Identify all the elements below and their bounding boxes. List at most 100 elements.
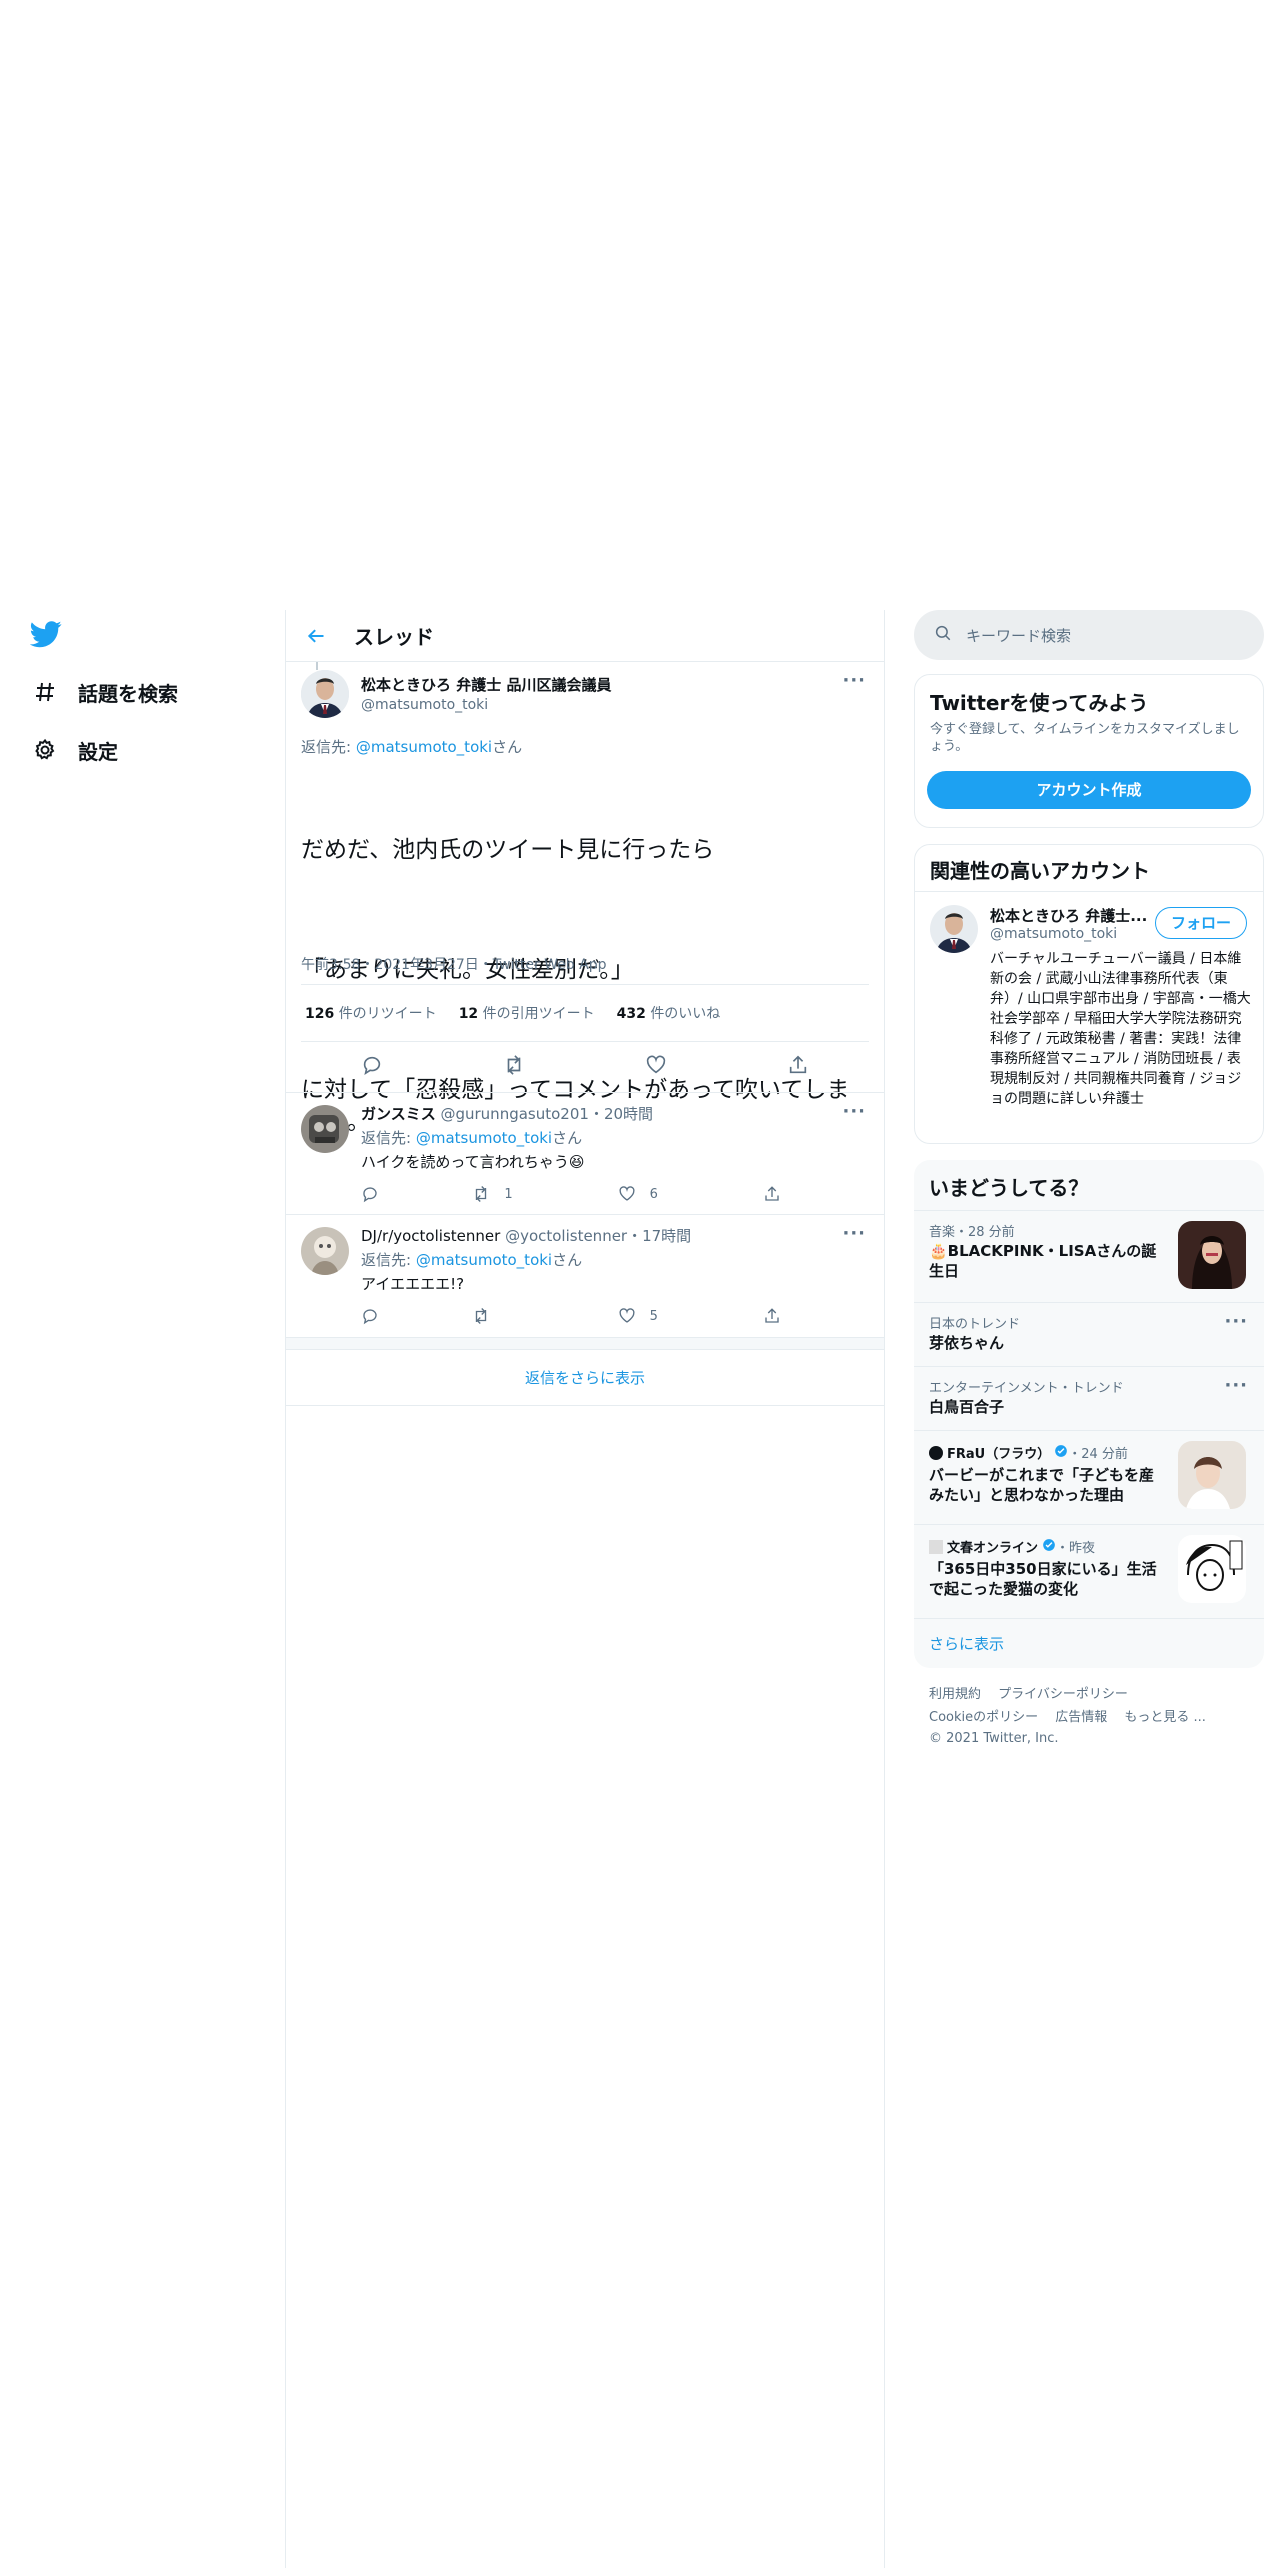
reply-to-link[interactable]: @matsumoto_toki [416,1251,552,1269]
reply-to-link[interactable]: @matsumoto_toki [356,738,492,756]
footer-link-more[interactable]: もっと見る ... [1124,1710,1206,1725]
related-bio: バーチャルユーチューバー議員 / 日本維新の会 / 武蔵小山法律事務所代表（東弁… [990,951,1251,1107]
trend-meta: 日本のトレンド [929,1317,1021,1332]
related-handle[interactable]: @matsumoto_toki [990,926,1150,942]
reply-tweet[interactable]: DJ/r/yoctolistenner @yoctolistenner・17時間… [286,1215,884,1338]
footer-link-ads[interactable]: 広告情報 [1055,1710,1107,1725]
verified-badge-icon [1054,1444,1068,1462]
reply-text: ハイクを読めって言われちゃう😆 [361,1153,585,1171]
trend-item[interactable]: 日本のトレンド 芽依ちゃん ··· [914,1302,1264,1366]
trends-show-more-link[interactable]: さらに表示 [914,1618,1264,1668]
more-options-icon[interactable]: ··· [1224,1375,1248,1396]
quote-stat[interactable]: 12 件の引用ツイート [459,1003,595,1023]
nav-settings[interactable]: 設定 [30,730,118,770]
reply-prefix: 返信先: [361,1251,416,1269]
trend-item[interactable]: エンターテインメント・トレンド 白鳥百合子 ··· [914,1366,1264,1430]
more-options-icon[interactable]: ··· [842,1223,866,1244]
search-icon [934,624,952,646]
avatar[interactable] [930,905,978,953]
trends-title: いまどうしてる？ [929,1176,1089,1200]
more-options-icon[interactable]: ··· [842,1101,866,1122]
avatar[interactable] [301,1105,349,1153]
like-button[interactable]: 5 [618,1307,670,1325]
footer-link-cookies[interactable]: Cookieのポリシー [929,1710,1038,1725]
author-name[interactable]: 松本ときひろ 弁護士 品川区議会議員 [361,674,611,695]
reply-icon[interactable] [361,1185,379,1203]
source-name: 文春オンライン [947,1541,1039,1556]
like-icon[interactable] [645,1054,667,1080]
related-accounts-card: 関連性の高いアカウント 松本ときひろ 弁護士... @matsumoto_tok… [914,844,1264,1144]
more-options-icon[interactable]: ··· [1224,1311,1248,1332]
reply-context: 返信先: @matsumoto_tokiさん [361,1249,582,1270]
reply-to-link[interactable]: @matsumoto_toki [416,1129,552,1147]
avatar[interactable] [301,670,349,718]
trend-item[interactable]: FRaU（フラウ） ・24 分前 バービーがこれまで「子どもを産みたい」と思わな… [914,1430,1264,1524]
create-account-button[interactable]: アカウント作成 [927,771,1251,809]
page-title: スレッド [354,625,434,649]
reply-author-name[interactable]: ガンスミス [361,1105,436,1123]
reply-suffix: さん [552,1129,583,1147]
retweet-icon [476,1308,487,1324]
reply-tweet[interactable]: ガンスミス @gurunngasuto201・20時間 ··· 返信先: @ma… [286,1092,884,1215]
thread-connector [316,662,318,670]
back-arrow-icon[interactable] [290,610,342,662]
tweet-timestamp[interactable]: 午前3:58・2021年3月27日・Twitter Web App [301,954,606,974]
tweet-actions [301,1042,869,1092]
trend-time: ・24 分前 [1068,1447,1128,1462]
reply-time[interactable]: ・20時間 [589,1105,653,1123]
signup-card: Twitterを使ってみよう 今すぐ登録して、タイムラインをカスタマイズしましょ… [914,674,1264,828]
reply-icon[interactable] [361,1307,379,1325]
gear-icon [30,735,60,765]
trend-item[interactable]: 音楽・28 分前 🎂BLACKPINK・LISAさんの誕生日 [914,1210,1264,1302]
like-stat[interactable]: 432 件のいいね [617,1003,721,1023]
like-count: 5 [649,1308,658,1324]
retweet-stat[interactable]: 126 件のリツイート [305,1003,437,1023]
retweet-icon [476,1186,487,1202]
reply-time[interactable]: ・17時間 [627,1227,691,1245]
twitter-logo-icon[interactable] [29,618,62,650]
trend-source: 文春オンライン ・昨夜 [929,1537,1095,1556]
nav-explore-label: 話題を検索 [78,681,178,706]
trend-title: バービーがこれまで「子どもを産みたい」と思わなかった理由 [929,1466,1155,1504]
like-button[interactable]: 6 [618,1185,670,1203]
focused-tweet: 松本ときひろ 弁護士 品川区議会議員 @matsumoto_toki ··· 返… [286,662,884,1135]
signup-desc: 今すぐ登録して、タイムラインをカスタマイズしましょう。 [930,722,1240,754]
retweet-button[interactable]: 1 [472,1185,524,1203]
show-more-replies-link[interactable]: 返信をさらに表示 [286,1350,884,1406]
nav-explore[interactable]: 話題を検索 [30,672,178,712]
reply-author-handle[interactable]: @yoctolistenner [505,1227,627,1245]
author-handle[interactable]: @matsumoto_toki [361,697,611,713]
search-placeholder: キーワード検索 [966,626,1072,645]
trend-thumbnail [1178,1441,1246,1509]
retweet-button[interactable] [472,1307,524,1325]
like-count: 6 [649,1186,658,1202]
share-icon[interactable] [787,1054,809,1080]
footer: 利用規約 プライバシーポリシー Cookieのポリシー 広告情報 もっと見る .… [929,1682,1259,1749]
signup-title: Twitterを使ってみよう [930,691,1149,715]
tweet-text-line-1: だめだ、池内氏のツイート見に行ったら [301,837,715,863]
trend-time: ・昨夜 [1056,1541,1096,1556]
reply-actions: 5 [361,1307,781,1325]
search-input[interactable]: キーワード検索 [914,610,1264,660]
retweet-count: 1 [504,1186,513,1202]
footer-link-terms[interactable]: 利用規約 [929,1687,981,1702]
follow-button[interactable]: フォロー [1155,907,1247,939]
trend-item[interactable]: 文春オンライン ・昨夜 「365日中350日家にいる」生活で起こった愛猫の変化 [914,1524,1264,1618]
trend-thumbnail [1178,1221,1246,1289]
thread-header: スレッド [286,610,884,662]
share-icon[interactable] [763,1307,781,1325]
tweet-stats: 126 件のリツイート 12 件の引用ツイート 432 件のいいね [301,984,869,1042]
avatar[interactable] [301,1227,349,1275]
reply-author-handle[interactable]: @gurunngasuto201 [440,1105,588,1123]
reply-header: ガンスミス @gurunngasuto201・20時間 [361,1103,653,1124]
trend-source: FRaU（フラウ） ・24 分前 [929,1443,1128,1462]
reply-author-name[interactable]: DJ/r/yoctolistenner [361,1227,500,1245]
footer-link-privacy[interactable]: プライバシーポリシー [998,1687,1128,1702]
related-name[interactable]: 松本ときひろ 弁護士... [990,905,1150,926]
retweet-icon[interactable] [503,1054,525,1080]
reply-icon[interactable] [361,1054,383,1080]
trend-meta: 音楽・28 分前 [929,1225,1015,1240]
more-options-icon[interactable]: ··· [842,670,866,691]
share-icon[interactable] [763,1185,781,1203]
like-icon [619,1308,635,1323]
